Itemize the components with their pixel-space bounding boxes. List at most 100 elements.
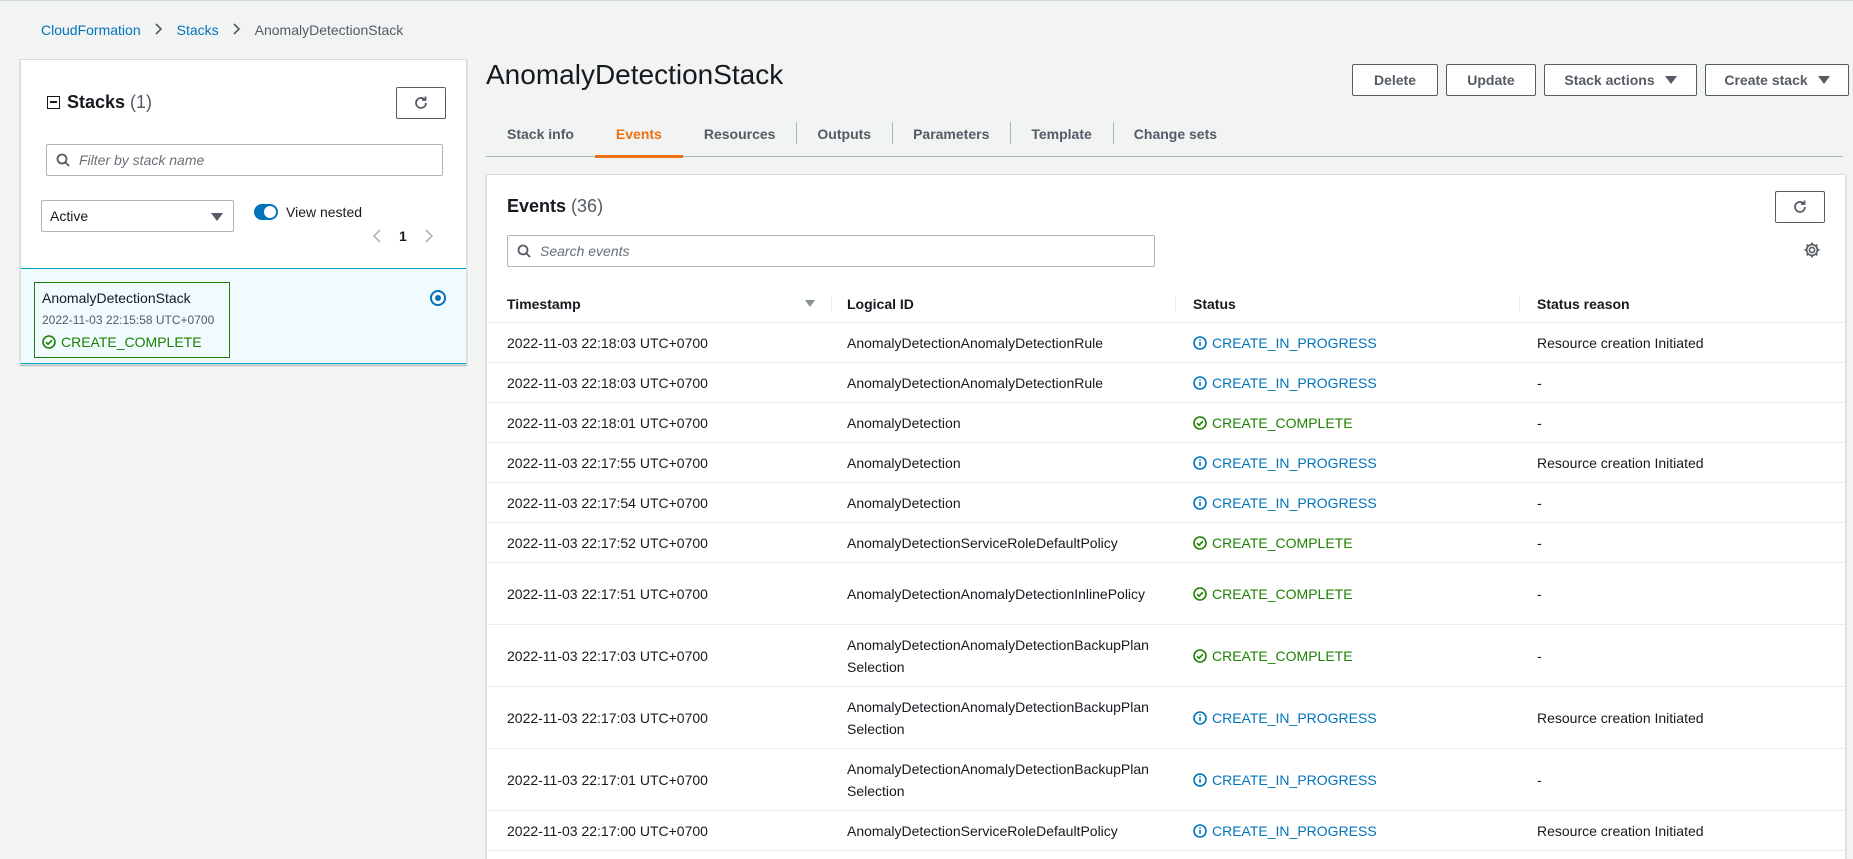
stack-select-radio[interactable] (430, 290, 446, 306)
cell-logical-id: AnomalyDetection (847, 414, 961, 431)
events-title: Events (507, 196, 567, 216)
status-text: CREATE_COMPLETE (1212, 414, 1353, 431)
page-number[interactable]: 1 (399, 228, 407, 244)
cell-status: CREATE_IN_PROGRESS (1175, 492, 1519, 514)
tab-outputs[interactable]: Outputs (796, 110, 892, 157)
info-icon (1193, 335, 1207, 350)
info-icon (1193, 455, 1207, 470)
cell-logical-id: AnomalyDetectionServiceRoleDefaultPolicy (847, 534, 1118, 551)
success-check-icon (1193, 648, 1207, 663)
breadcrumb-stacks-link[interactable]: Stacks (177, 22, 219, 38)
collapse-panel-icon[interactable] (47, 96, 60, 109)
create-stack-button[interactable]: Create stack (1705, 64, 1849, 96)
table-header: Timestamp Logical ID Status Status reaso… (487, 285, 1845, 323)
caret-down-icon (1817, 76, 1830, 84)
tab-stack-info[interactable]: Stack info (486, 110, 595, 157)
cell-timestamp: 2022-11-03 22:17:51 UTC+0700 (507, 585, 708, 602)
cell-logical-id: AnomalyDetectionAnomalyDetectionBackupPl… (847, 636, 1149, 675)
cell-status-reason: Resource creation Initiated (1537, 454, 1704, 471)
cell-status: CREATE_IN_PROGRESS (1175, 769, 1519, 791)
cell-status: CREATE_IN_PROGRESS (1175, 707, 1519, 729)
search-events-input[interactable]: Search events (507, 235, 1155, 267)
cell-status: CREATE_COMPLETE (1175, 645, 1519, 667)
stacks-count: (1) (130, 92, 153, 112)
column-header-logical-id: Logical ID (831, 285, 1175, 323)
refresh-stacks-button[interactable] (396, 87, 446, 119)
cell-logical-id: AnomalyDetectionAnomalyDetectionRule (847, 334, 1104, 351)
stack-list-item[interactable]: AnomalyDetectionStack 2022-11-03 22:15:5… (21, 268, 466, 364)
tab-events[interactable]: Events (594, 110, 683, 158)
table-row: 2022-11-03 22:17:54 UTC+0700 AnomalyDetec… (487, 483, 1845, 523)
stacks-title: Stacks (67, 92, 126, 112)
tab-resources[interactable]: Resources (683, 110, 797, 157)
success-check-icon (1193, 415, 1207, 430)
sort-descending-icon[interactable] (805, 299, 815, 307)
gear-icon[interactable] (1803, 241, 1821, 259)
success-check-icon (1193, 586, 1207, 601)
status-text: CREATE_IN_PROGRESS (1212, 771, 1377, 788)
stack-actions-button[interactable]: Stack actions (1544, 64, 1697, 96)
caret-down-icon (211, 213, 223, 221)
column-header-status: Status (1175, 285, 1519, 323)
cell-status-reason: - (1537, 374, 1542, 391)
breadcrumb-separator-icon (155, 22, 163, 38)
table-row: 2022-11-03 22:17:00 UTC+0700 AnomalyDetec… (487, 811, 1845, 851)
column-header-status-reason: Status reason (1519, 285, 1845, 323)
cell-logical-id: AnomalyDetectionAnomalyDetectionBackupPl… (847, 760, 1149, 799)
events-count: (36) (571, 196, 604, 216)
stack-status-select[interactable]: Active (41, 200, 234, 232)
cell-status: CREATE_COMPLETE (1175, 583, 1519, 605)
info-icon (1193, 772, 1207, 787)
filter-stack-input[interactable]: Filter by stack name (46, 144, 443, 176)
chevron-right-icon[interactable] (425, 229, 433, 243)
tab-change-sets[interactable]: Change sets (1112, 110, 1238, 157)
status-text: CREATE_IN_PROGRESS (1212, 709, 1377, 726)
info-icon (1193, 495, 1207, 510)
cell-logical-id: AnomalyDetectionServiceRoleDefaultPolicy (847, 822, 1118, 839)
info-icon (1193, 710, 1207, 725)
cell-status: CREATE_COMPLETE (1175, 532, 1519, 554)
delete-button[interactable]: Delete (1352, 64, 1438, 96)
events-header: Events (36) (507, 196, 603, 217)
events-table: Timestamp Logical ID Status Status reaso… (487, 285, 1845, 851)
info-icon (1193, 375, 1207, 390)
table-row: 2022-11-03 22:17:55 UTC+0700 AnomalyDetec… (487, 443, 1845, 483)
view-nested-toggle[interactable]: View nested (254, 204, 362, 220)
cell-status-reason: Resource creation Initiated (1537, 822, 1704, 839)
breadcrumb-cloudformation-link[interactable]: CloudFormation (41, 22, 141, 38)
stack-name[interactable]: AnomalyDetectionStack (42, 290, 191, 306)
cell-timestamp: 2022-11-03 22:17:54 UTC+0700 (507, 494, 708, 511)
chevron-left-icon[interactable] (373, 229, 381, 243)
cell-logical-id: AnomalyDetectionAnomalyDetectionRule (847, 374, 1104, 391)
filter-stack-placeholder: Filter by stack name (79, 152, 205, 168)
table-row: 2022-11-03 22:17:51 UTC+0700 AnomalyDetec… (487, 563, 1845, 625)
stack-tabs: Stack info Events Resources Outputs Para… (486, 110, 1843, 158)
cell-status-reason: - (1537, 647, 1542, 664)
cell-status: CREATE_IN_PROGRESS (1175, 372, 1519, 394)
table-row: 2022-11-03 22:17:52 UTC+0700 AnomalyDetec… (487, 523, 1845, 563)
status-text: CREATE_IN_PROGRESS (1212, 374, 1377, 391)
update-button[interactable]: Update (1446, 64, 1536, 96)
cell-status-reason: Resource creation Initiated (1537, 709, 1704, 726)
cell-timestamp: 2022-11-03 22:17:03 UTC+0700 (507, 647, 708, 664)
top-border (0, 0, 1853, 1)
tab-parameters[interactable]: Parameters (892, 110, 1010, 157)
caret-down-icon (1664, 76, 1677, 84)
table-row: 2022-11-03 22:18:03 UTC+0700 AnomalyDetec… (487, 323, 1845, 363)
column-header-timestamp[interactable]: Timestamp (487, 285, 831, 323)
stack-status: CREATE_COMPLETE (42, 334, 202, 350)
cell-status: CREATE_IN_PROGRESS (1175, 452, 1519, 474)
status-text: CREATE_COMPLETE (1212, 534, 1353, 551)
table-row: 2022-11-03 22:18:03 UTC+0700 AnomalyDetec… (487, 363, 1845, 403)
toggle-switch[interactable] (254, 204, 278, 220)
refresh-icon (415, 96, 427, 109)
status-text: CREATE_IN_PROGRESS (1212, 334, 1377, 351)
pagination: 1 (373, 228, 433, 244)
cell-status: CREATE_IN_PROGRESS (1175, 820, 1519, 842)
tab-template[interactable]: Template (1010, 110, 1112, 157)
breadcrumb: CloudFormation Stacks AnomalyDetectionSt… (41, 22, 403, 38)
refresh-icon (1794, 200, 1806, 213)
refresh-events-button[interactable] (1775, 191, 1825, 223)
table-row: 2022-11-03 22:18:01 UTC+0700 AnomalyDetec… (487, 403, 1845, 443)
stack-item-details: AnomalyDetectionStack 2022-11-03 22:15:5… (34, 282, 230, 358)
